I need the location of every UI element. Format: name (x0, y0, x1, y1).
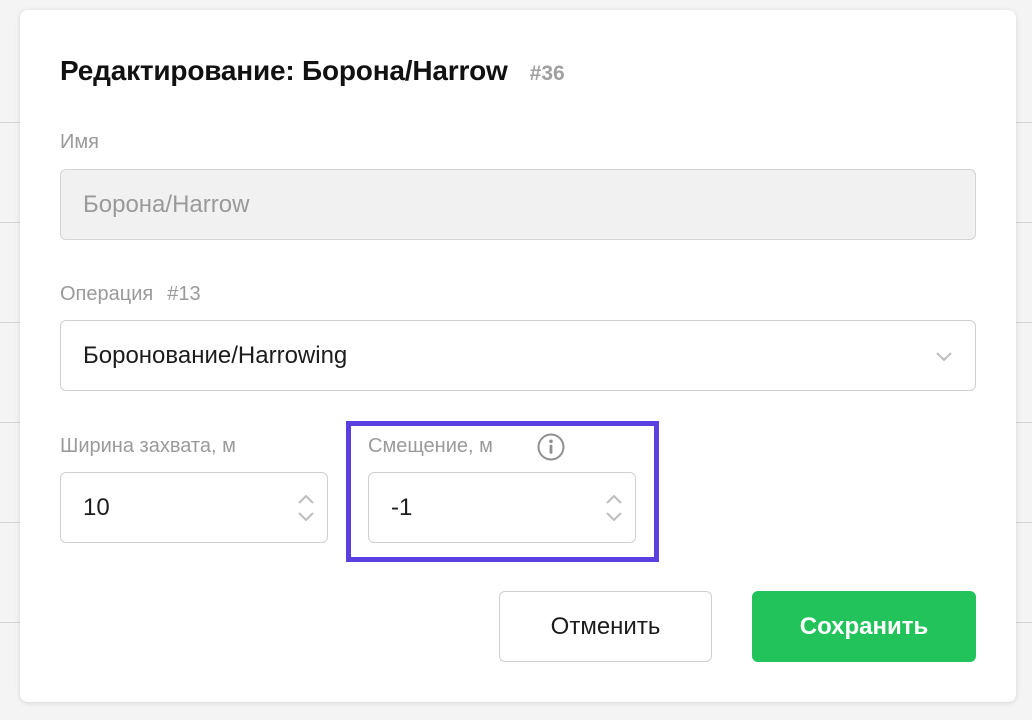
operation-label: Операция #13 (60, 283, 201, 306)
cancel-button[interactable]: Отменить (499, 591, 712, 662)
dialog-header: Редактирование: Борона/Harrow #36 (60, 55, 565, 87)
chevron-down-icon (935, 342, 953, 370)
width-stepper-arrows[interactable] (297, 493, 315, 523)
save-button[interactable]: Сохранить (752, 591, 976, 662)
width-label: Ширина захвата, м (60, 435, 236, 457)
operation-label-id: #13 (167, 283, 201, 305)
name-label: Имя (60, 131, 99, 153)
name-input[interactable]: Борона/Harrow (60, 169, 976, 240)
operation-label-text: Операция (60, 283, 154, 305)
operation-select-value: Боронование/Harrowing (83, 341, 348, 369)
width-stepper-input[interactable]: 10 (60, 472, 328, 543)
edit-dialog: Редактирование: Борона/Harrow #36 Имя Бо… (20, 10, 1016, 702)
width-input-value: 10 (83, 493, 110, 521)
stepper-up-icon[interactable] (297, 493, 315, 505)
operation-select[interactable]: Боронование/Harrowing (60, 320, 976, 391)
dialog-title: Редактирование: Борона/Harrow (60, 55, 508, 86)
name-input-value: Борона/Harrow (83, 190, 250, 218)
dialog-title-id: #36 (529, 62, 565, 85)
stepper-down-icon[interactable] (297, 511, 315, 523)
offset-field-highlight (346, 421, 659, 562)
